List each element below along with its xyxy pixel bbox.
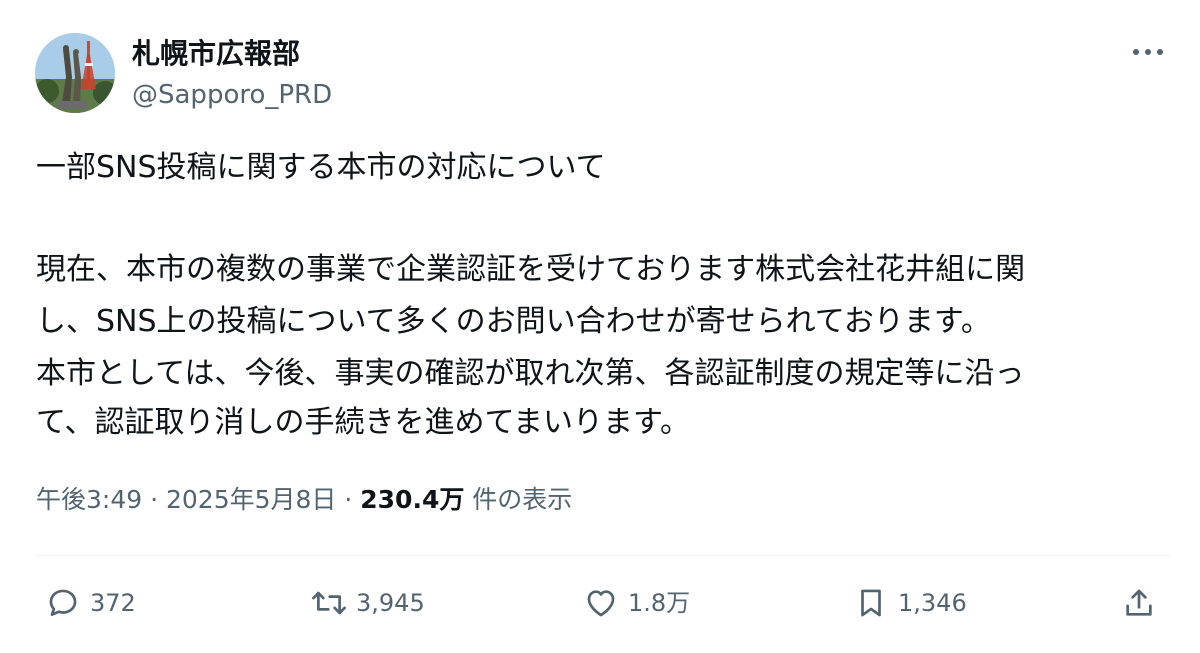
bookmark-button[interactable]: 1,346 bbox=[852, 581, 967, 625]
share-icon bbox=[1120, 584, 1158, 622]
reply-icon bbox=[44, 584, 82, 622]
repost-count: 3,945 bbox=[356, 589, 425, 617]
share-button[interactable] bbox=[1120, 581, 1158, 625]
post-paragraph-line: し、SNS上の投稿について多くのお問い合わせが寄せられております。 bbox=[36, 304, 991, 339]
bookmark-count: 1,346 bbox=[898, 589, 967, 617]
post-paragraph-line: 現在、本市の複数の事業で企業認証を受けております株式会社花井組に関 bbox=[36, 252, 1026, 287]
repost-icon bbox=[310, 584, 348, 622]
reply-count: 372 bbox=[90, 589, 136, 617]
meta-separator: · bbox=[142, 485, 166, 514]
more-options-button[interactable] bbox=[1124, 34, 1172, 70]
tweet-card: 札幌市広報部 @Sapporo_PRD 一部SNS投稿に関する本市の対応について… bbox=[0, 0, 1200, 653]
display-name[interactable]: 札幌市広報部 bbox=[132, 34, 300, 74]
avatar[interactable] bbox=[35, 33, 115, 113]
like-count: 1.8万 bbox=[628, 589, 691, 617]
post-metadata: 午後3:49 · 2025年5月8日 · 230.4万 件の表示 bbox=[36, 480, 572, 520]
more-dots-icon bbox=[1133, 49, 1163, 55]
divider bbox=[36, 555, 1170, 556]
post-title-line: 一部SNS投稿に関する本市の対応について bbox=[36, 150, 606, 185]
post-time[interactable]: 午後3:49 bbox=[36, 485, 142, 514]
bookmark-icon bbox=[852, 584, 890, 622]
post-date[interactable]: 2025年5月8日 bbox=[166, 485, 336, 514]
reply-button[interactable]: 372 bbox=[44, 581, 136, 625]
user-handle[interactable]: @Sapporo_PRD bbox=[132, 76, 332, 114]
views-label: 件の表示 bbox=[464, 485, 573, 514]
like-button[interactable]: 1.8万 bbox=[582, 581, 690, 625]
post-paragraph-line: 本市としては、今後、事実の確認が取れ次第、各認証制度の規定等に沿っ bbox=[36, 356, 1025, 391]
tv-tower-statue-icon bbox=[35, 33, 115, 113]
meta-separator: · bbox=[336, 485, 361, 514]
views-count[interactable]: 230.4万 bbox=[360, 485, 464, 514]
post-paragraph-line: て、認証取り消しの手続きを進めてまいります。 bbox=[36, 405, 690, 440]
repost-button[interactable]: 3,945 bbox=[310, 581, 425, 625]
heart-icon bbox=[582, 584, 620, 622]
